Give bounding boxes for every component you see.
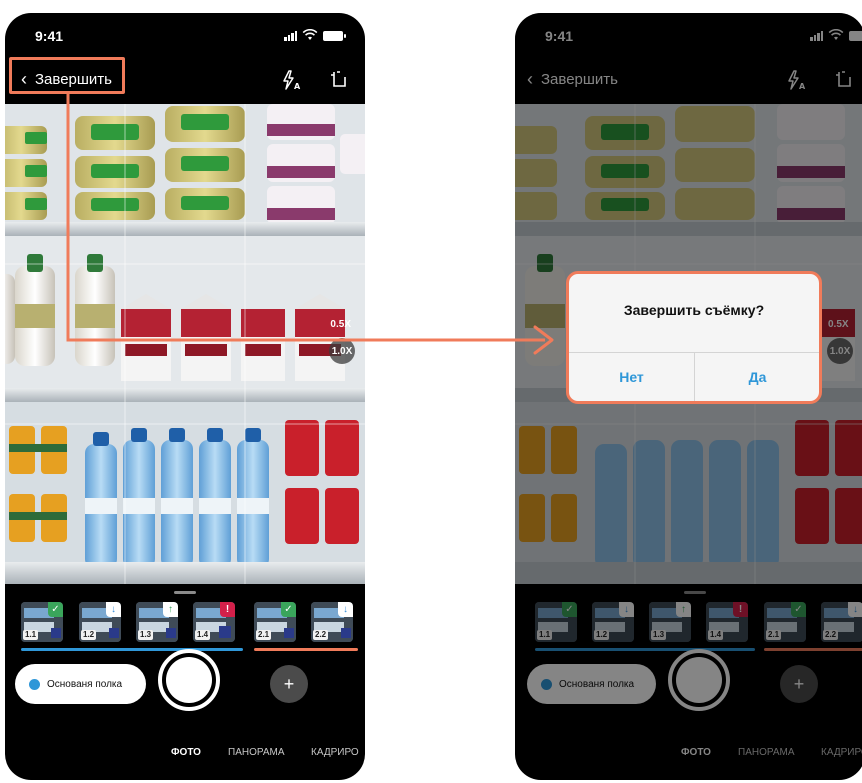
alert-icon: ! — [220, 602, 235, 617]
zoom-1-0x-button[interactable]: 1.0X — [329, 338, 355, 364]
svg-text:A: A — [294, 82, 301, 91]
dialog-yes-button[interactable]: Да — [695, 353, 820, 401]
shelf-label: Основаня полка — [559, 678, 635, 690]
shelf-group-1-underline — [21, 648, 243, 651]
chevron-left-icon: ‹ — [527, 69, 533, 89]
photo-thumbnail[interactable]: 1.1 ✓ — [21, 602, 63, 642]
signal-icon — [284, 31, 297, 41]
shelf-selector[interactable]: Основаня полка — [15, 664, 146, 704]
thumbnail-label: 2.2 — [313, 630, 329, 640]
photo-thumbnail[interactable]: 1.2 ↓ — [79, 602, 121, 642]
crop-frame-icon[interactable] — [328, 69, 350, 91]
thumbnail-label: 1.4 — [708, 630, 724, 640]
status-bar: 9:41 — [515, 13, 862, 55]
photo-thumbnail: 1.4 ! — [706, 602, 748, 642]
battery-icon — [323, 31, 346, 41]
zoom-0-5x-button[interactable]: 0.5X — [330, 319, 351, 330]
arrow-up-icon: ↑ — [676, 602, 691, 617]
photo-thumbnail: 1.1 ✓ — [535, 602, 577, 642]
thumbnail-label: 1.4 — [195, 630, 211, 640]
shelf-color-dot — [29, 678, 40, 690]
photo-thumbnail: 2.1 ✓ — [764, 602, 806, 642]
zoom-0-5x-button: 0.5X — [828, 319, 849, 330]
thumbnail-label: 1.2 — [81, 630, 97, 640]
sheet-drag-handle — [684, 591, 706, 594]
shelf-group-2-underline — [254, 648, 358, 651]
finish-label: Завершить — [541, 70, 618, 88]
photo-thumbnail: 1.3 ↑ — [649, 602, 691, 642]
shutter-button — [668, 649, 730, 711]
mode-panorama[interactable]: ПАНОРАМА — [228, 747, 285, 758]
phone-screen-before: 9:41 ‹ Завершить A 0.5X 1.0X 1.1 ✓ 1.2 ↓… — [5, 13, 365, 780]
arrow-down-icon: ↓ — [338, 602, 353, 617]
status-icons — [284, 29, 346, 41]
photo-thumbnail[interactable]: 2.2 ↓ — [311, 602, 353, 642]
status-icons — [810, 29, 862, 41]
shelf-group-1-underline — [535, 648, 755, 651]
status-bar: 9:41 — [5, 13, 365, 55]
photo-thumbnail: 1.2 ↓ — [592, 602, 634, 642]
wifi-icon — [828, 29, 844, 40]
arrow-down-icon: ↓ — [106, 602, 121, 617]
finish-confirm-dialog: Завершить съёмку? Нет Да — [566, 271, 822, 404]
signal-icon — [810, 31, 823, 41]
shelf-camera-preview — [5, 104, 365, 584]
check-icon: ✓ — [791, 602, 806, 617]
nav-bar: ‹ Завершить A — [515, 61, 862, 99]
thumbnail-label: 1.1 — [537, 630, 553, 640]
shelf-selector: Основаня полка — [527, 664, 656, 704]
mode-panorama: ПАНОРАМА — [738, 747, 795, 758]
shelf-group-2-underline — [764, 648, 862, 651]
status-time: 9:41 — [545, 28, 574, 44]
arrow-up-icon: ↑ — [163, 602, 178, 617]
thumbnail-label: 2.2 — [823, 630, 839, 640]
flash-auto-icon[interactable]: A — [280, 69, 302, 91]
dialog-no-button[interactable]: Нет — [569, 353, 694, 401]
sheet-drag-handle[interactable] — [174, 591, 196, 594]
crop-frame-icon[interactable] — [833, 69, 855, 91]
mode-crop[interactable]: КАДРИРО — [311, 747, 359, 758]
thumbnail-label: 1.3 — [138, 630, 154, 640]
shutter-button[interactable] — [158, 649, 220, 711]
dialog-title: Завершить съёмку? — [623, 302, 765, 318]
mode-photo[interactable]: ФОТО — [171, 747, 201, 758]
arrow-down-icon: ↓ — [848, 602, 862, 617]
check-icon: ✓ — [281, 602, 296, 617]
flash-auto-icon[interactable]: A — [785, 69, 807, 91]
add-button: + — [780, 665, 818, 703]
check-icon: ✓ — [562, 602, 577, 617]
water-bottles — [85, 428, 269, 568]
mode-crop: КАДРИРО — [821, 747, 862, 758]
photo-thumbnail[interactable]: 1.4 ! — [193, 602, 235, 642]
thumbnail-label: 2.1 — [256, 630, 272, 640]
finish-button-highlight — [9, 57, 125, 94]
photo-thumbnail: 2.2 ↓ — [821, 602, 862, 642]
thumbnail-label: 2.1 — [766, 630, 782, 640]
wifi-icon — [302, 29, 318, 40]
arrow-down-icon: ↓ — [619, 602, 634, 617]
camera-viewfinder[interactable]: 0.5X 1.0X — [5, 104, 365, 584]
mode-photo: ФОТО — [681, 747, 711, 758]
photo-thumbnail[interactable]: 1.3 ↑ — [136, 602, 178, 642]
photo-thumbnail[interactable]: 2.1 ✓ — [254, 602, 296, 642]
status-time: 9:41 — [35, 28, 64, 44]
svg-text:A: A — [799, 82, 806, 91]
finish-back-button[interactable]: ‹ Завершить — [521, 65, 624, 93]
check-icon: ✓ — [48, 602, 63, 617]
zoom-1-0x-button: 1.0X — [827, 338, 853, 364]
thumbnail-label: 1.2 — [594, 630, 610, 640]
thumbnail-label: 1.3 — [651, 630, 667, 640]
battery-icon — [849, 31, 862, 41]
alert-icon: ! — [733, 602, 748, 617]
thumbnail-label: 1.1 — [23, 630, 39, 640]
shelf-color-dot — [541, 678, 552, 690]
add-button[interactable]: + — [270, 665, 308, 703]
shelf-label: Основаня полка — [47, 678, 123, 690]
